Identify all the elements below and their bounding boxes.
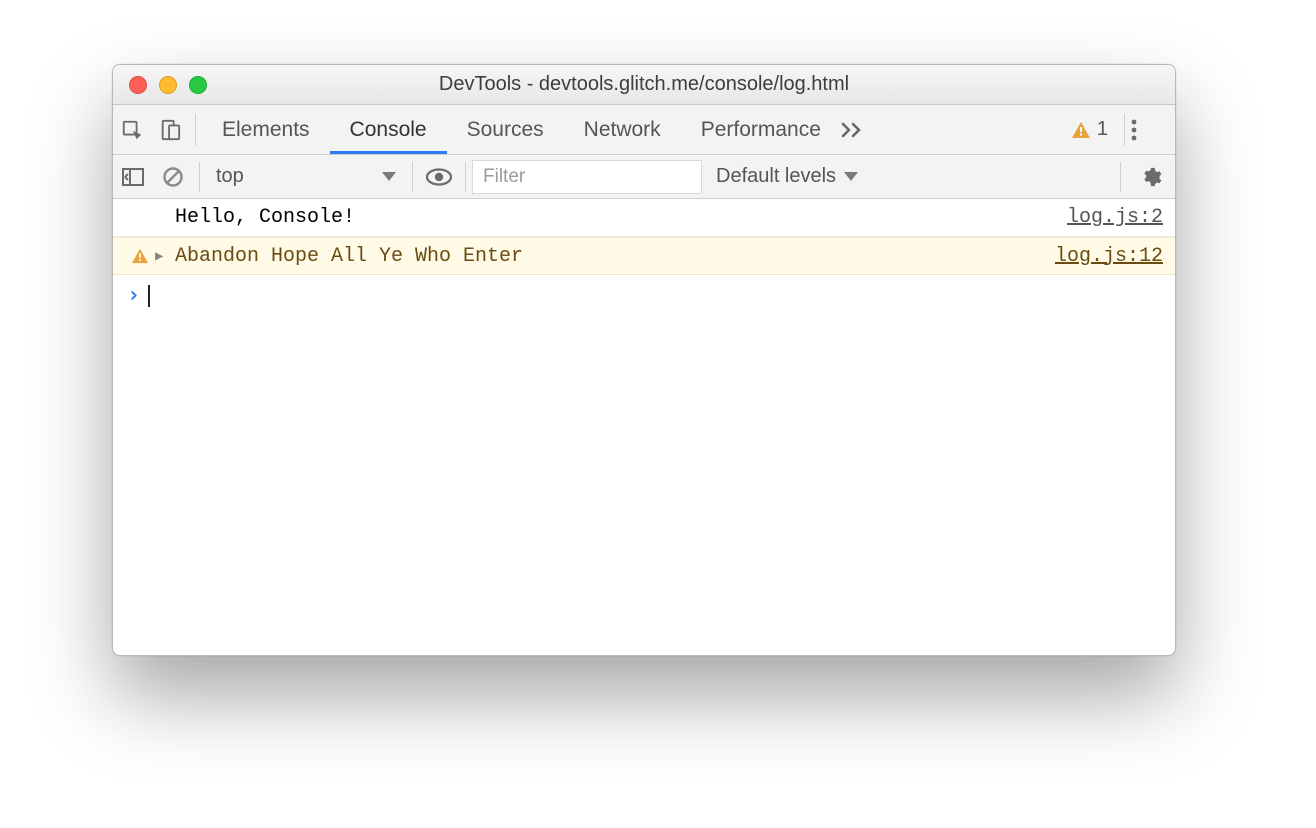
prompt-chevron-icon: › [127, 283, 140, 308]
window-minimize-button[interactable] [159, 76, 177, 94]
clear-console-icon[interactable] [153, 157, 193, 197]
show-console-sidebar-icon[interactable] [113, 157, 153, 197]
window-close-button[interactable] [129, 76, 147, 94]
device-toolbar-icon[interactable] [151, 106, 189, 154]
text-cursor [148, 285, 150, 307]
log-levels-selector[interactable]: Default levels [702, 165, 872, 188]
divider [465, 162, 466, 192]
live-expression-icon[interactable] [419, 157, 459, 197]
warnings-count[interactable]: 1 [1061, 118, 1118, 141]
divider [1120, 162, 1121, 192]
warnings-count-value: 1 [1097, 118, 1108, 141]
inspect-element-icon[interactable] [113, 106, 151, 154]
console-settings-icon[interactable] [1127, 166, 1175, 188]
console-toolbar: top Default levels [113, 155, 1175, 199]
divider [195, 114, 196, 146]
tab-sources[interactable]: Sources [447, 106, 564, 154]
tab-network[interactable]: Network [564, 106, 681, 154]
more-tabs-icon[interactable] [841, 122, 881, 138]
divider [199, 162, 200, 192]
execution-context-value: top [216, 165, 244, 188]
chevron-down-icon [844, 172, 858, 181]
main-tabs: Elements Console Sources Network Perform… [113, 105, 1175, 155]
log-levels-label: Default levels [716, 165, 836, 188]
tab-console[interactable]: Console [330, 106, 447, 154]
console-message-log: Hello, Console! log.js:2 [113, 199, 1175, 237]
message-source-link[interactable]: log.js:12 [1055, 245, 1163, 268]
tab-performance[interactable]: Performance [681, 106, 841, 154]
window-controls [129, 76, 207, 94]
tab-elements[interactable]: Elements [202, 106, 330, 154]
window-titlebar: DevTools - devtools.glitch.me/console/lo… [113, 65, 1175, 105]
console-prompt[interactable]: › [113, 275, 1175, 316]
console-message-warning: ▶ Abandon Hope All Ye Who Enter log.js:1… [113, 237, 1175, 275]
settings-menu-icon[interactable] [1131, 119, 1175, 141]
divider [1124, 114, 1125, 146]
warning-icon [1071, 121, 1091, 139]
warning-icon [125, 248, 155, 264]
message-source-link[interactable]: log.js:2 [1067, 206, 1163, 229]
execution-context-selector[interactable]: top [206, 160, 406, 194]
message-text: Abandon Hope All Ye Who Enter [173, 245, 1055, 268]
message-text: Hello, Console! [173, 206, 1067, 229]
devtools-window: DevTools - devtools.glitch.me/console/lo… [112, 64, 1176, 656]
disclosure-triangle-icon[interactable]: ▶ [155, 248, 173, 265]
window-title: DevTools - devtools.glitch.me/console/lo… [113, 73, 1175, 96]
console-messages: Hello, Console! log.js:2 ▶ Abandon Hope … [113, 199, 1175, 655]
divider [412, 162, 413, 192]
filter-input[interactable] [472, 160, 702, 194]
chevron-down-icon [382, 172, 396, 181]
window-zoom-button[interactable] [189, 76, 207, 94]
